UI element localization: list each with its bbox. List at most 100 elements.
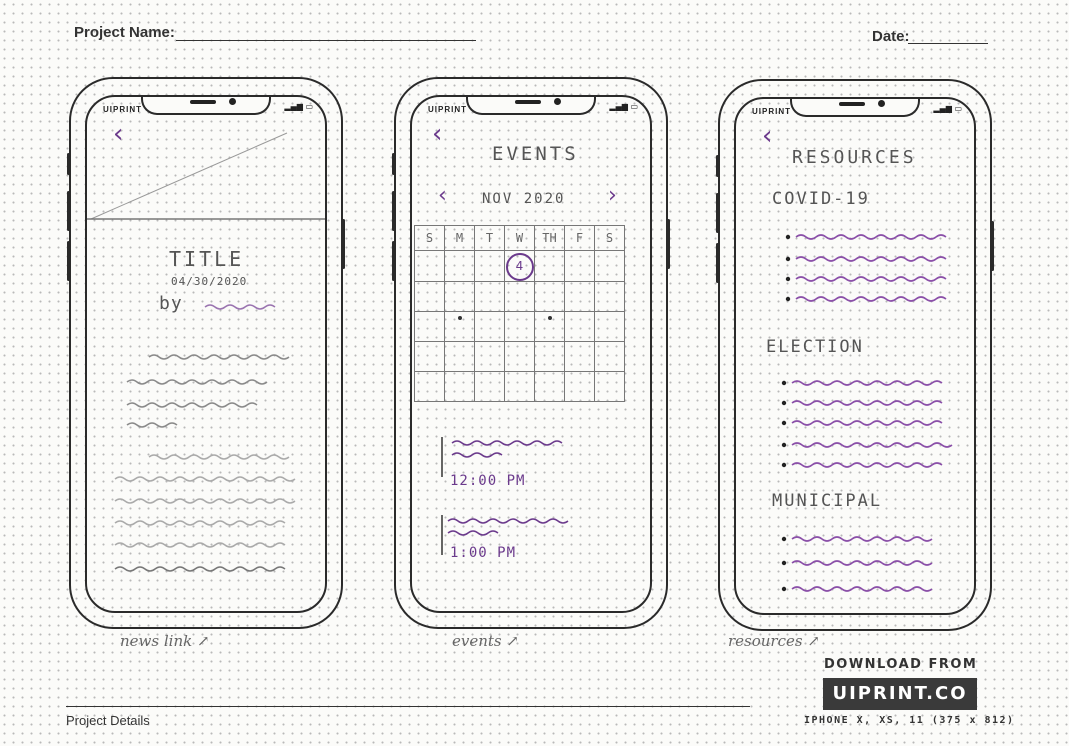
chevron-left-icon[interactable]: ‹ (438, 183, 447, 208)
event-dot (457, 316, 462, 320)
calendar-day[interactable] (414, 341, 445, 372)
article-body-squiggles (114, 304, 296, 572)
uiprint-site-badge[interactable]: UIPRINT.CO (823, 678, 977, 710)
screen-news: UIPRINT ▂▄▆ ▭ ‹ TITLE 04/30/2020 by (85, 95, 327, 613)
camera (878, 100, 885, 107)
screen-resources: UIPRINT ▂▄▆ ▭ ‹ RESOURCES COVID-19 ELECT… (734, 97, 976, 615)
calendar-grid: S M T W TH F S 4 (414, 225, 625, 402)
calendar-day[interactable] (534, 341, 565, 372)
calendar-day[interactable] (474, 371, 505, 402)
project-name-label: Project Name: (74, 24, 175, 41)
brand-label: UIPRINT (103, 105, 142, 114)
mute-switch (67, 153, 70, 175)
speaker (190, 100, 216, 104)
back-chevron-icon[interactable]: ‹ (762, 121, 772, 151)
brand-label: UIPRINT (752, 107, 791, 116)
calendar-day[interactable] (534, 250, 565, 282)
calendar-day[interactable] (534, 371, 565, 402)
phone-frame-news: UIPRINT ▂▄▆ ▭ ‹ TITLE 04/30/2020 by (67, 77, 345, 629)
signal-icon: ▂▄▆ (609, 102, 628, 111)
calendar-day[interactable] (444, 341, 475, 372)
date-field[interactable] (908, 43, 988, 44)
volume-down-button (392, 241, 395, 281)
calendar-day[interactable] (564, 281, 595, 312)
device-note: IPHONE X, XS, 11 (375 x 812) (804, 715, 1015, 726)
weekday: F (564, 225, 595, 251)
calendar-day[interactable] (474, 281, 505, 312)
calendar-day[interactable] (594, 311, 625, 342)
signal-icon: ▂▄▆ (284, 102, 303, 111)
camera (554, 98, 561, 105)
speaker (839, 102, 865, 106)
calendar-day[interactable] (564, 371, 595, 402)
power-button (342, 219, 345, 269)
chevron-right-icon[interactable]: › (608, 183, 617, 208)
volume-down-button (67, 241, 70, 281)
notch (466, 97, 596, 115)
brand-label: UIPRINT (428, 105, 467, 114)
volume-down-button (716, 243, 719, 283)
weekday: T (474, 225, 505, 251)
calendar-day[interactable] (504, 311, 535, 342)
weekday: S (594, 225, 625, 251)
power-button (991, 221, 994, 271)
calendar-month: NOV 2020 (482, 191, 566, 207)
back-chevron-icon[interactable]: ‹ (432, 119, 442, 149)
calendar-day[interactable] (534, 311, 565, 342)
calendar-day[interactable] (534, 281, 565, 312)
calendar-day-today[interactable]: 4 (504, 250, 535, 282)
project-details-label: Project Details (66, 713, 150, 728)
download-label: DOWNLOAD FROM (824, 657, 978, 672)
calendar-day[interactable] (504, 281, 535, 312)
project-details-rule (66, 706, 750, 707)
calendar-day[interactable] (564, 250, 595, 282)
project-name-field[interactable] (176, 40, 476, 41)
camera (229, 98, 236, 105)
events-heading: EVENTS (492, 143, 579, 165)
speaker (515, 100, 541, 104)
phone-frame-resources: UIPRINT ▂▄▆ ▭ ‹ RESOURCES COVID-19 ELECT… (716, 79, 994, 631)
caption-resources: resources ↗ (728, 632, 820, 650)
calendar-day[interactable] (444, 311, 475, 342)
calendar-day[interactable] (444, 250, 475, 282)
weekday: TH (534, 225, 565, 251)
calendar-day[interactable] (444, 371, 475, 402)
resources-heading: RESOURCES (792, 147, 917, 168)
battery-icon: ▭ (954, 104, 962, 113)
calendar-day[interactable] (564, 341, 595, 372)
volume-up-button (716, 193, 719, 233)
calendar-day[interactable] (594, 250, 625, 282)
calendar-day[interactable] (594, 281, 625, 312)
phone-frame-events: UIPRINT ▂▄▆ ▭ ‹ EVENTS ‹ NOV 2020 › S M … (392, 77, 670, 629)
calendar-day[interactable] (444, 281, 475, 312)
calendar-day[interactable] (594, 341, 625, 372)
volume-up-button (392, 191, 395, 231)
mute-switch (716, 155, 719, 177)
mute-switch (392, 153, 395, 175)
event-dot (547, 316, 552, 320)
calendar-day[interactable] (504, 341, 535, 372)
section-covid: COVID-19 (772, 189, 870, 209)
calendar-day[interactable] (564, 311, 595, 342)
weekday: S (414, 225, 445, 251)
hero-image-placeholder (87, 132, 325, 220)
weekday: M (444, 225, 475, 251)
calendar-day[interactable] (504, 371, 535, 402)
today-marker: 4 (505, 253, 534, 281)
calendar-day[interactable] (474, 341, 505, 372)
calendar-day[interactable] (594, 371, 625, 402)
calendar-day[interactable] (414, 371, 445, 402)
calendar-day[interactable] (414, 281, 445, 312)
event-list-squiggles (441, 437, 569, 555)
notch (790, 99, 920, 117)
power-button (667, 219, 670, 269)
calendar-weekday-row: S M T W TH F S (414, 225, 625, 251)
battery-icon: ▭ (630, 102, 638, 111)
caption-news: news link ↗ (120, 632, 210, 650)
calendar-day[interactable] (414, 250, 445, 282)
calendar-day[interactable] (474, 250, 505, 282)
calendar-day[interactable] (414, 311, 445, 342)
article-title: TITLE (169, 247, 245, 271)
calendar-day[interactable] (474, 311, 505, 342)
resource-links[interactable] (736, 219, 976, 609)
